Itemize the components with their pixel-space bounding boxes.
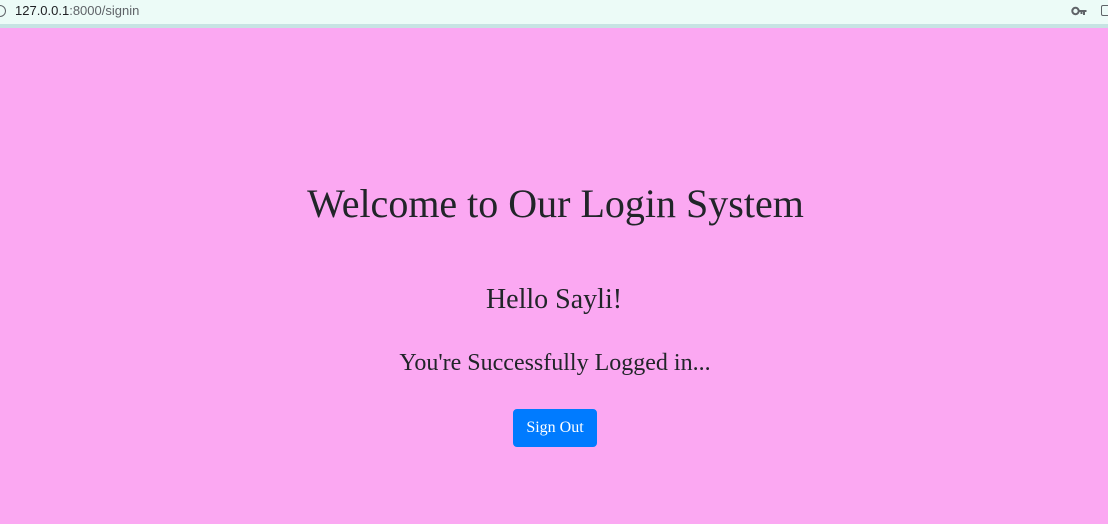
url-host: 127.0.0.1 <box>15 3 70 18</box>
url-text[interactable]: 127.0.0.1:8000/signin <box>15 3 139 19</box>
url-path: :8000/signin <box>69 3 140 18</box>
key-icon[interactable] <box>1071 4 1087 18</box>
login-success-message: You're Successfully Logged in... <box>399 350 711 376</box>
page-title: Welcome to Our Login System <box>307 181 804 226</box>
site-info-icon[interactable] <box>0 5 6 17</box>
browser-address-bar: 127.0.0.1:8000/signin <box>0 0 1108 28</box>
address-field[interactable]: 127.0.0.1:8000/signin <box>0 3 139 19</box>
sign-out-button[interactable]: Sign Out <box>513 409 597 447</box>
extension-icon[interactable] <box>1101 5 1108 16</box>
greeting-text: Hello Sayli! <box>485 284 623 315</box>
page-content: Welcome to Our Login System Hello Sayli!… <box>0 29 1108 524</box>
